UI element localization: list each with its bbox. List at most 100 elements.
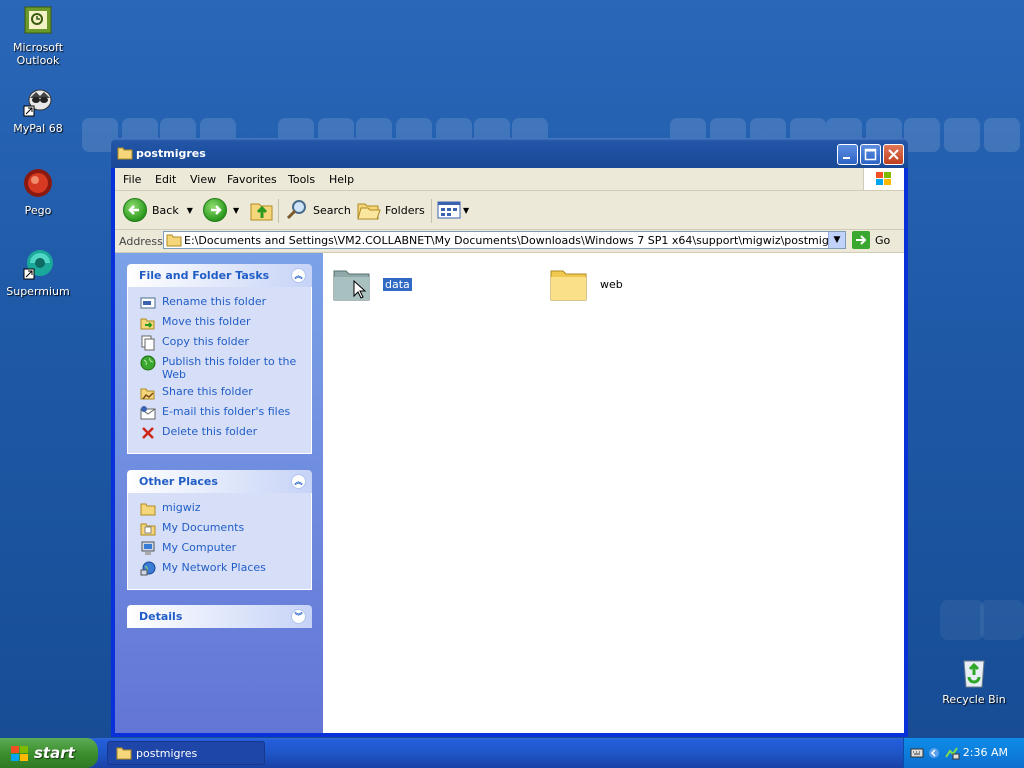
- task-label: E-mail this folder's files: [162, 405, 291, 418]
- toolbar: Back ▼ ▼ Search Folders ▼: [115, 191, 904, 230]
- folders-button[interactable]: Folders: [357, 198, 425, 222]
- task-rename-folder[interactable]: Rename this folder: [140, 295, 311, 315]
- minimize-button[interactable]: [837, 144, 858, 165]
- desktop-decoration: [904, 118, 940, 152]
- place-label: migwiz: [162, 501, 201, 514]
- forward-dropdown-icon[interactable]: ▼: [233, 206, 239, 215]
- taskbar-window-button[interactable]: postmigres: [107, 741, 265, 765]
- views-icon: [437, 201, 461, 219]
- desktop-icon-label: Supermium: [6, 285, 70, 298]
- place-label: My Computer: [162, 541, 237, 554]
- task-delete-folder[interactable]: Delete this folder: [140, 425, 311, 445]
- publish-globe-icon: [140, 355, 156, 371]
- place-label: My Network Places: [162, 561, 266, 574]
- menu-favorites[interactable]: Favorites: [227, 173, 277, 186]
- views-button[interactable]: ▼: [437, 198, 469, 222]
- panel-body: migwiz My Documents My Computer My Netwo…: [127, 493, 312, 590]
- address-dropdown-button[interactable]: ▼: [828, 232, 845, 248]
- panel-title: Other Places: [139, 475, 218, 488]
- file-list[interactable]: data web: [323, 253, 904, 733]
- expand-chevron-icon[interactable]: ︾: [291, 609, 306, 624]
- desktop-icon-outlook[interactable]: Microsoft Outlook: [0, 5, 76, 67]
- taskbar-window-label: postmigres: [136, 747, 198, 760]
- folder-name: data: [383, 277, 412, 291]
- desktop-icon-supermium[interactable]: Supermium: [0, 249, 76, 298]
- folders-label: Folders: [385, 203, 425, 217]
- forward-button[interactable]: ▼: [203, 198, 239, 222]
- place-migwiz[interactable]: migwiz: [140, 501, 311, 521]
- desktop-icon-recycle-bin[interactable]: Recycle Bin: [936, 657, 1012, 706]
- recycle-bin-icon: [958, 657, 990, 689]
- close-button[interactable]: [883, 144, 904, 165]
- move-icon: [140, 318, 155, 330]
- back-button[interactable]: Back ▼: [123, 198, 193, 222]
- menu-bar: File Edit View Favorites Tools Help: [115, 168, 904, 191]
- desktop-icon-mypal[interactable]: MyPal 68: [0, 86, 76, 135]
- details-panel: Details ︾: [127, 605, 312, 628]
- folder-item-web[interactable]: web: [550, 267, 623, 301]
- task-label: Copy this folder: [162, 335, 249, 348]
- network-icon[interactable]: [944, 745, 960, 761]
- task-share-folder[interactable]: Share this folder: [140, 385, 311, 405]
- folder-name: web: [600, 277, 623, 291]
- desktop-decoration: [984, 118, 1020, 152]
- supermium-icon: [22, 249, 54, 281]
- menu-tools[interactable]: Tools: [288, 173, 315, 186]
- back-dropdown-icon[interactable]: ▼: [187, 206, 193, 215]
- panel-header[interactable]: Details ︾: [127, 605, 312, 628]
- views-dropdown-icon: ▼: [463, 205, 470, 215]
- rename-icon: [140, 297, 156, 309]
- panel-header[interactable]: File and Folder Tasks ︽: [127, 264, 312, 287]
- collapse-chevron-icon[interactable]: ︽: [291, 268, 306, 283]
- task-publish-web[interactable]: Publish this folder to the Web: [140, 355, 311, 385]
- copy-icon: [141, 335, 155, 351]
- desktop-decoration: [940, 600, 984, 640]
- window-body: File Edit View Favorites Tools Help Back…: [115, 168, 904, 733]
- go-button[interactable]: Go: [852, 231, 890, 249]
- task-copy-folder[interactable]: Copy this folder: [140, 335, 311, 355]
- keyboard-icon[interactable]: [910, 746, 924, 760]
- address-input[interactable]: E:\Documents and Settings\VM2.COLLABNET\…: [163, 231, 846, 249]
- menu-view[interactable]: View: [190, 173, 216, 186]
- title-bar[interactable]: postmigres: [111, 138, 908, 168]
- up-folder-icon: [250, 203, 273, 221]
- search-button[interactable]: Search: [285, 198, 351, 222]
- folder-item-data[interactable]: data: [333, 267, 412, 301]
- desktop-decoration: [980, 600, 1024, 640]
- chevron-left-icon[interactable]: [928, 746, 940, 760]
- menu-edit[interactable]: Edit: [155, 173, 176, 186]
- panel-header[interactable]: Other Places ︽: [127, 470, 312, 493]
- my-computer-icon: [141, 541, 155, 555]
- window-title: postmigres: [136, 147, 206, 160]
- desktop-icon-pego[interactable]: Pego: [0, 168, 76, 217]
- address-path: E:\Documents and Settings\VM2.COLLABNET\…: [184, 234, 846, 247]
- panel-body: Rename this folder Move this folder Copy…: [127, 287, 312, 454]
- folder-icon: [116, 747, 132, 760]
- panel-title: File and Folder Tasks: [139, 269, 270, 282]
- clock[interactable]: 2:36 AM: [963, 746, 1008, 759]
- collapse-chevron-icon[interactable]: ︽: [291, 474, 306, 489]
- maximize-button[interactable]: [860, 144, 881, 165]
- place-my-computer[interactable]: My Computer: [140, 541, 311, 561]
- windows-logo-icon: [11, 746, 28, 761]
- task-label: Share this folder: [162, 385, 253, 398]
- menu-help[interactable]: Help: [329, 173, 354, 186]
- place-my-documents[interactable]: My Documents: [140, 521, 311, 541]
- other-places-panel: Other Places ︽ migwiz My Documents My Co…: [127, 470, 312, 590]
- menu-file[interactable]: File: [123, 173, 141, 186]
- go-label: Go: [875, 233, 891, 247]
- pego-icon: [22, 168, 54, 200]
- go-arrow-icon: [852, 231, 870, 249]
- file-folder-tasks-panel: File and Folder Tasks ︽ Rename this fold…: [127, 264, 312, 454]
- place-my-network-places[interactable]: My Network Places: [140, 561, 311, 581]
- selected-name: data: [383, 277, 412, 291]
- start-label: start: [34, 744, 75, 762]
- search-label: Search: [313, 203, 351, 217]
- folder-icon: [140, 503, 156, 516]
- folder-icon: [166, 234, 182, 247]
- desktop-icon-label: Microsoft Outlook: [12, 41, 64, 67]
- up-folder-button[interactable]: [249, 198, 275, 222]
- task-move-folder[interactable]: Move this folder: [140, 315, 311, 335]
- start-button[interactable]: start: [0, 738, 98, 768]
- task-email-files[interactable]: E-mail this folder's files: [140, 405, 311, 425]
